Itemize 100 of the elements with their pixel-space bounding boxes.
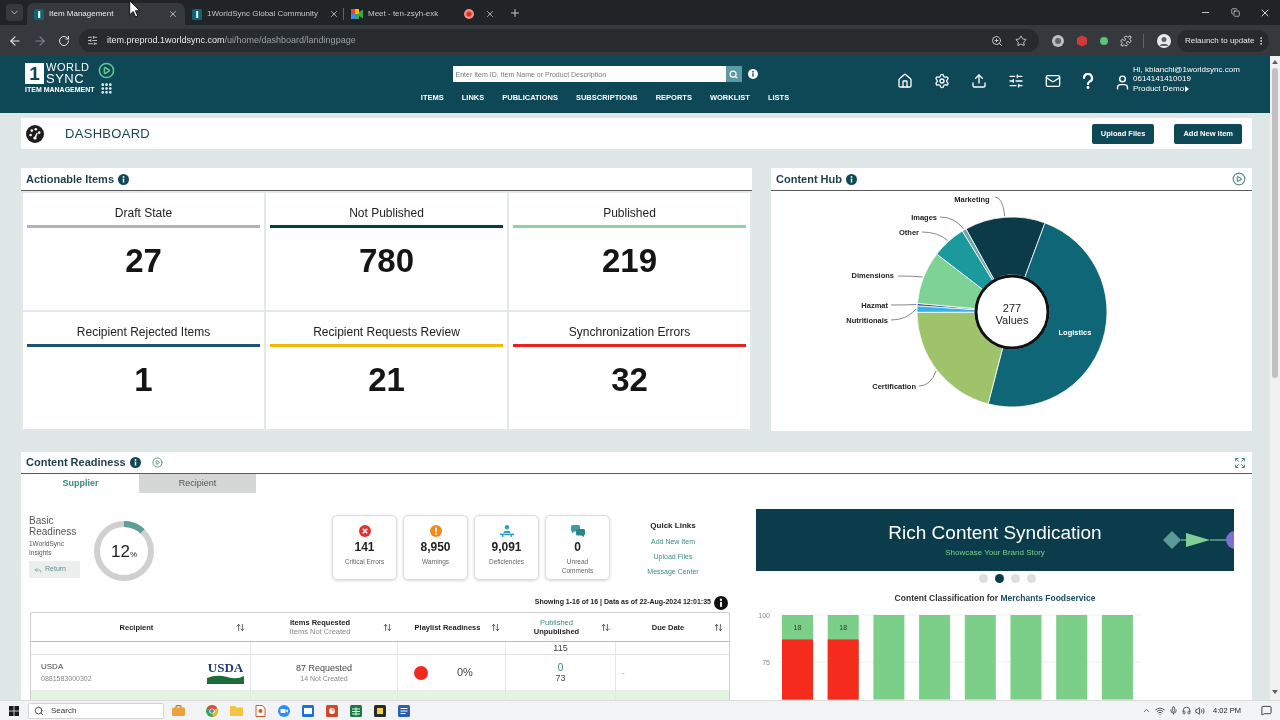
logo-wordmark: SYNC: [46, 73, 86, 85]
status-card[interactable]: Published 219: [509, 193, 750, 310]
status-card[interactable]: Draft State 27: [23, 193, 264, 310]
text-document-icon[interactable]: [398, 704, 410, 717]
info-icon[interactable]: [118, 173, 130, 185]
pie-slice[interactable]: [987, 222, 1108, 408]
browser-tab[interactable]: Item Management: [27, 3, 185, 25]
sort-icon[interactable]: [714, 622, 723, 632]
unpublished-count: 73: [555, 673, 566, 683]
status-card[interactable]: Recipient Requests Review 21: [266, 312, 507, 429]
status-card[interactable]: Synchronization Errors 32: [509, 312, 750, 429]
info-icon[interactable]: [129, 457, 141, 468]
info-icon[interactable]: [714, 595, 728, 610]
microphone-icon[interactable]: [1169, 706, 1179, 715]
headphones-icon[interactable]: [1182, 706, 1192, 715]
status-card[interactable]: Recipient Rejected Items 1: [23, 312, 264, 429]
sort-icon[interactable]: [383, 622, 392, 632]
app-grid-icon[interactable]: [99, 82, 113, 95]
total-value: 277: [1002, 302, 1022, 314]
puzzle-icon[interactable]: [1120, 34, 1132, 47]
forward-icon[interactable]: [33, 33, 47, 48]
star-icon[interactable]: [1015, 34, 1027, 47]
play-circle-icon[interactable]: [1232, 172, 1246, 186]
user-greeting: Hi, kbianchi@1worldsync.com: [1133, 65, 1240, 74]
back-icon[interactable]: [8, 33, 22, 48]
sort-icon[interactable]: [236, 622, 245, 632]
info-icon[interactable]: [747, 69, 758, 79]
card-count: 219: [601, 242, 658, 280]
zoom-icon[interactable]: [991, 34, 1003, 47]
sort-icon[interactable]: [491, 622, 500, 632]
sliders-icon[interactable]: [1008, 73, 1024, 89]
new-tab-icon[interactable]: [509, 7, 521, 19]
pie-chart-tile-icon[interactable]: [326, 704, 338, 717]
address-bar[interactable]: item.preprod.1worldsync.com/ui/home/dashboard/landingpage: [79, 29, 1039, 52]
close-icon[interactable]: [329, 9, 339, 19]
caret-up-icon[interactable]: [1272, 60, 1278, 64]
play-circle-icon[interactable]: [151, 457, 163, 468]
avatar-icon[interactable]: [1157, 33, 1171, 48]
stat-value: 141: [354, 540, 375, 554]
profile-link[interactable]: Product Demo: [1133, 84, 1185, 93]
video-camera-icon[interactable]: [278, 704, 290, 717]
app-window-icon[interactable]: [302, 704, 314, 717]
help-icon[interactable]: [1082, 73, 1094, 89]
scrollbar[interactable]: [1270, 56, 1280, 700]
pie-slice[interactable]: [936, 230, 994, 290]
due-date: -: [622, 666, 625, 679]
briefcase-icon[interactable]: [172, 705, 185, 716]
stat-value: 8,950: [420, 540, 451, 554]
banner-graphic: [1162, 530, 1234, 550]
caret-right-icon[interactable]: [1185, 85, 1190, 92]
relaunch-button[interactable]: Relaunch to update: [1177, 29, 1270, 52]
close-icon[interactable]: [485, 9, 495, 19]
page-title: DASHBOARD: [65, 124, 151, 143]
wifi-icon[interactable]: [1155, 705, 1166, 716]
search-field[interactable]: Search: [28, 702, 164, 719]
browser-icon[interactable]: [206, 704, 218, 717]
dot-icon[interactable]: [1100, 36, 1108, 45]
restore-icon[interactable]: [1231, 8, 1240, 17]
pie-slice[interactable]: [965, 216, 1046, 281]
video-call-icon: [351, 9, 363, 19]
home-icon[interactable]: [897, 73, 913, 89]
close-icon[interactable]: [168, 9, 178, 19]
section-heading: Quick Links: [650, 520, 696, 532]
browser-tab[interactable]: Meet - ten-zsyh-exk: [344, 3, 502, 25]
hexagon-icon[interactable]: [1076, 34, 1088, 47]
pie-slice[interactable]: [917, 253, 984, 310]
chart-title: Content Classification for Merchants Foodservice: [893, 593, 1097, 604]
ring-icon[interactable]: [1052, 34, 1064, 47]
card-title: Recipient Rejected Items: [76, 325, 211, 339]
browser-tab[interactable]: 1WorldSync Global Community: [185, 3, 343, 25]
panel-tab[interactable]: Recipient: [139, 474, 256, 493]
reload-icon[interactable]: [58, 34, 70, 47]
warning-icon: [429, 525, 442, 537]
windows-logo-icon[interactable]: [9, 705, 19, 716]
published-count: 0: [557, 662, 564, 673]
info-icon[interactable]: [846, 173, 857, 185]
person-at-desk-icon: [499, 525, 514, 537]
sort-icon[interactable]: [601, 622, 610, 632]
notifications-icon[interactable]: [1261, 705, 1272, 716]
caret-down-icon[interactable]: [1272, 690, 1278, 694]
pie-slice[interactable]: [961, 228, 995, 281]
expand-icon[interactable]: [1234, 456, 1246, 469]
mail-icon[interactable]: [1045, 73, 1061, 89]
status-card[interactable]: Not Published 780: [266, 193, 507, 310]
reply-icon: [34, 565, 42, 574]
card-count: 27: [125, 242, 162, 280]
spreadsheet-icon[interactable]: [350, 704, 362, 717]
mouse-pointer-icon: [129, 0, 141, 18]
user-icon[interactable]: [1114, 74, 1131, 91]
tab-search-button[interactable]: [6, 4, 23, 21]
site-settings-icon[interactable]: [87, 35, 98, 46]
document-icon[interactable]: [255, 704, 266, 717]
upload-icon[interactable]: [971, 73, 987, 89]
volume-icon[interactable]: [1195, 705, 1206, 716]
chevron-up-icon[interactable]: [1142, 706, 1152, 715]
promo-banner[interactable]: Rich Content Syndication Showcase Your Brand Story: [756, 509, 1234, 571]
square-tile-icon[interactable]: [374, 704, 386, 717]
play-circle-icon[interactable]: [97, 62, 115, 79]
readiness-value: 12%: [111, 542, 137, 561]
settings-icon[interactable]: [934, 73, 950, 89]
